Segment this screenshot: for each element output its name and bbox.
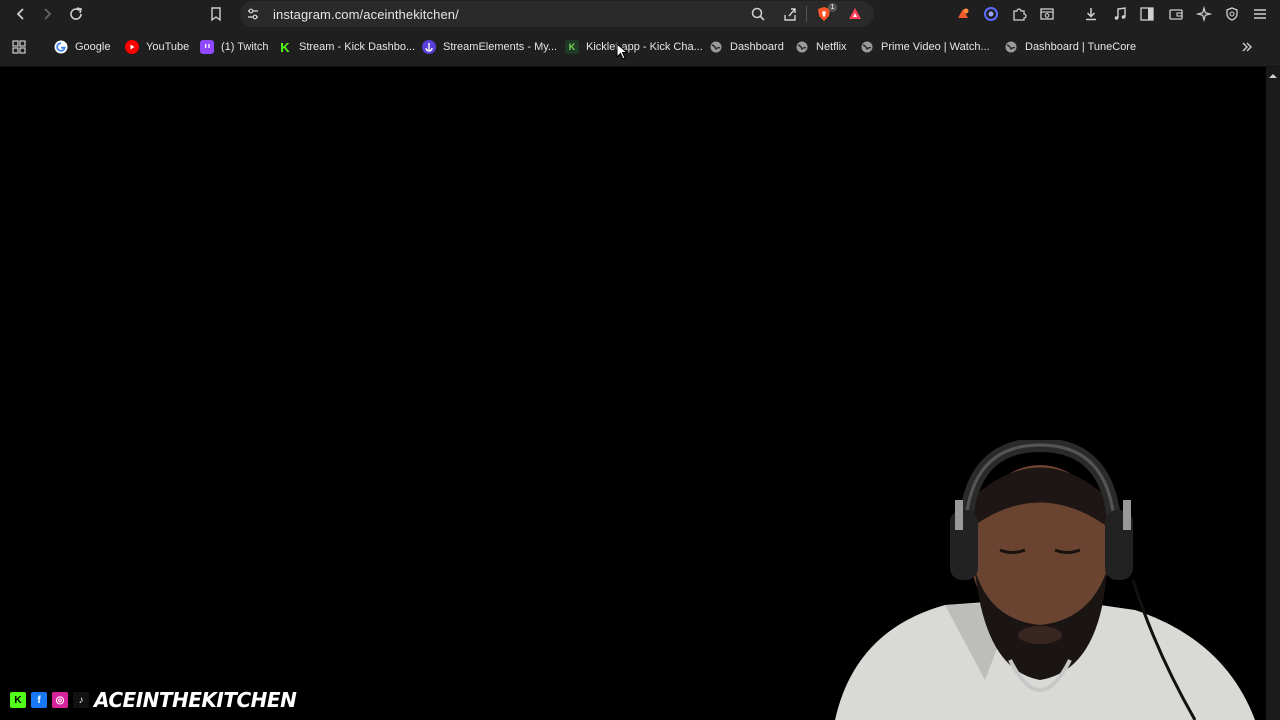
- youtube-icon: [125, 40, 139, 54]
- bookmarks-overflow-icon[interactable]: [1236, 36, 1258, 58]
- globe-icon: [795, 40, 809, 54]
- bookmark-label: Netflix: [816, 41, 847, 53]
- share-icon[interactable]: [779, 3, 801, 25]
- google-icon: [54, 40, 68, 54]
- kick-icon: K: [280, 39, 290, 55]
- leo-ai-icon[interactable]: [1193, 3, 1215, 25]
- bookmark-kicklet[interactable]: K Kicklet.app - Kick Cha...: [565, 39, 703, 55]
- streamelements-icon: [422, 40, 436, 54]
- tab-search-icon[interactable]: [1036, 3, 1058, 25]
- extension-circle-icon[interactable]: [980, 3, 1002, 25]
- site-info-icon[interactable]: [242, 3, 264, 25]
- back-icon[interactable]: [10, 3, 32, 25]
- bookmark-dashboard[interactable]: Dashboard: [709, 39, 784, 55]
- toolbar-divider: [806, 6, 807, 22]
- forward-icon[interactable]: [36, 3, 58, 25]
- apps-grid-icon[interactable]: [8, 36, 30, 58]
- bookmark-prime-video[interactable]: Prime Video | Watch...: [860, 39, 990, 55]
- kicklet-icon: K: [565, 40, 579, 54]
- reload-icon[interactable]: [65, 3, 87, 25]
- bookmark-label: (1) Twitch: [221, 41, 269, 53]
- bookmark-label: YouTube: [146, 41, 190, 53]
- stream-overlay-banner: K f ◎ ♪ ACEINTHEKITCHEN: [8, 688, 297, 712]
- bookmark-kick-dashboard[interactable]: K Stream - Kick Dashbo...: [278, 39, 415, 55]
- bookmark-icon[interactable]: [205, 3, 227, 25]
- bookmark-tunecore[interactable]: Dashboard | TuneCore: [1004, 39, 1136, 55]
- bookmark-label: Stream - Kick Dashbo...: [299, 41, 416, 53]
- instagram-icon: ◎: [50, 690, 70, 710]
- bookmark-label: Kicklet.app - Kick Cha...: [586, 41, 703, 53]
- sidebar-icon[interactable]: [1136, 3, 1158, 25]
- brave-rewards-icon[interactable]: [844, 3, 866, 25]
- bookmark-google[interactable]: Google: [54, 39, 110, 55]
- globe-icon: [709, 40, 723, 54]
- twitch-icon: [200, 40, 214, 54]
- browser-toolbar: instagram.com/aceinthekitchen/ 1: [0, 0, 1280, 28]
- bookmark-twitch[interactable]: (1) Twitch: [200, 39, 268, 55]
- scrollbar[interactable]: [1266, 67, 1280, 720]
- scroll-up-icon[interactable]: [1266, 71, 1280, 81]
- bookmark-netflix[interactable]: Netflix: [795, 39, 847, 55]
- extension-orange-icon[interactable]: [952, 3, 974, 25]
- globe-icon: [860, 40, 874, 54]
- mouse-cursor-icon: [616, 43, 628, 60]
- globe-icon: [1004, 40, 1018, 54]
- bookmark-youtube[interactable]: YouTube: [125, 39, 189, 55]
- bookmark-streamelements[interactable]: StreamElements - My...: [422, 39, 557, 55]
- extensions-puzzle-icon[interactable]: [1008, 3, 1030, 25]
- facebook-icon: f: [29, 690, 49, 710]
- tiktok-icon: ♪: [71, 690, 91, 710]
- downloads-icon[interactable]: [1080, 3, 1102, 25]
- webcam-overlay: [815, 437, 1265, 720]
- bookmark-label: Dashboard | TuneCore: [1025, 41, 1137, 53]
- bookmark-label: Prime Video | Watch...: [881, 41, 990, 53]
- menu-icon[interactable]: [1249, 3, 1271, 25]
- media-icon[interactable]: [1109, 3, 1131, 25]
- kick-icon: K: [8, 690, 28, 710]
- bookmark-label: Google: [75, 41, 111, 53]
- channel-name: ACEINTHEKITCHEN: [94, 688, 297, 712]
- wallet-icon[interactable]: [1165, 3, 1187, 25]
- streamer-image: [835, 437, 1255, 720]
- zoom-icon[interactable]: [747, 3, 769, 25]
- shield-badge: 1: [828, 3, 837, 12]
- vpn-icon[interactable]: [1221, 3, 1243, 25]
- bookmark-label: Dashboard: [730, 41, 784, 53]
- bookmark-label: StreamElements - My...: [443, 41, 558, 53]
- url-text[interactable]: instagram.com/aceinthekitchen/: [273, 7, 459, 22]
